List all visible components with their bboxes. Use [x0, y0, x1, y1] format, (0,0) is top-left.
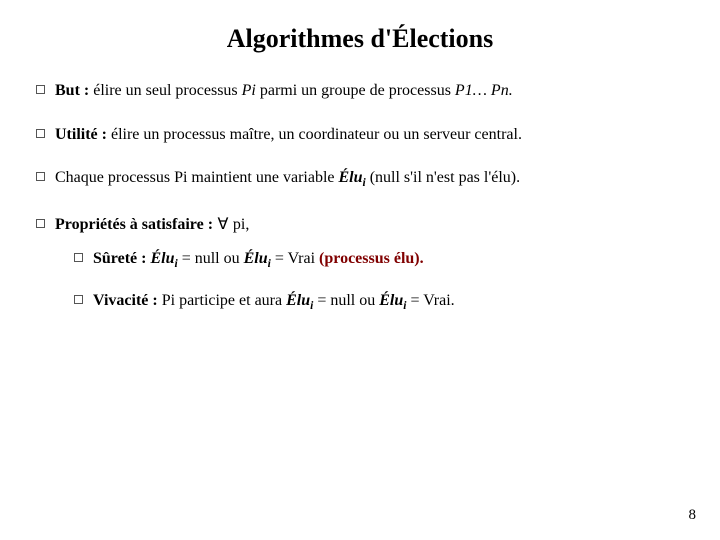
square-bullet-icon — [74, 295, 83, 304]
page-number: 8 — [689, 507, 697, 524]
square-bullet-icon — [36, 85, 45, 94]
square-bullet-icon — [36, 219, 45, 228]
bullet-vivacite-text: Vivacité : Pi participe et aura Élui = n… — [93, 290, 455, 315]
bullet-vivacite: Vivacité : Pi participe et aura Élui = n… — [74, 290, 684, 315]
square-bullet-icon — [74, 253, 83, 262]
bullet-but-text: But : élire un seul processus Pi parmi u… — [55, 80, 513, 102]
bullet-proprietes: Propriétés à satisfaire : ∀ pi, — [36, 214, 684, 236]
inner-bullets: Sûreté : Élui = null ou Élui = Vrai (pro… — [74, 248, 684, 315]
slide: Algorithmes d'Élections But : élire un s… — [0, 0, 720, 540]
bullet-variable: Chaque processus Pi maintient une variab… — [36, 167, 684, 192]
bullet-surete: Sûreté : Élui = null ou Élui = Vrai (pro… — [74, 248, 684, 273]
bullet-utilite-text: Utilité : élire un processus maître, un … — [55, 124, 522, 146]
bullet-but: But : élire un seul processus Pi parmi u… — [36, 80, 684, 102]
square-bullet-icon — [36, 172, 45, 181]
bullet-proprietes-text: Propriétés à satisfaire : ∀ pi, — [55, 214, 249, 236]
bullet-surete-text: Sûreté : Élui = null ou Élui = Vrai (pro… — [93, 248, 424, 273]
slide-title: Algorithmes d'Élections — [36, 24, 684, 54]
bullet-utilite: Utilité : élire un processus maître, un … — [36, 124, 684, 146]
bullet-variable-text: Chaque processus Pi maintient une variab… — [55, 167, 520, 192]
square-bullet-icon — [36, 129, 45, 138]
